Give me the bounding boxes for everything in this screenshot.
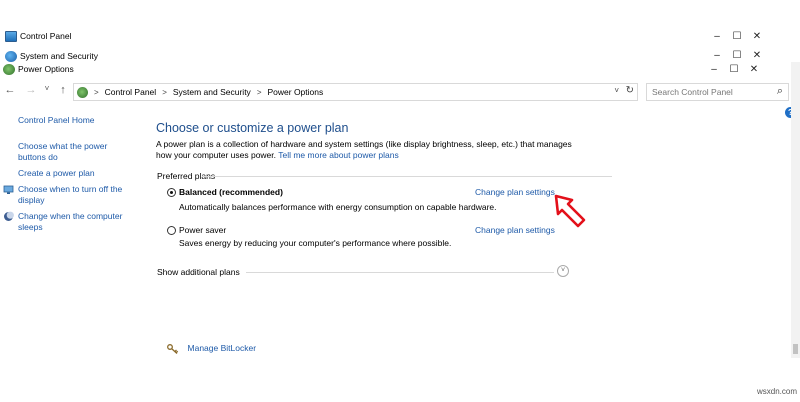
breadcrumb-control-panel[interactable]: Control Panel (105, 87, 157, 97)
expand-chevron-icon[interactable]: ˅ (557, 265, 569, 277)
minimize-button[interactable]: – (704, 64, 724, 75)
window-controls: – ☐ ✕ (704, 61, 764, 77)
power-saver-radio[interactable] (167, 226, 176, 235)
window-controls: – ☐ ✕ (707, 28, 767, 44)
close-button[interactable]: ✕ (744, 64, 764, 75)
maximize-button[interactable]: ☐ (724, 64, 744, 75)
sidebar-item-computer-sleeps[interactable]: Change when the computer sleeps (18, 211, 122, 233)
control-panel-icon (5, 30, 17, 42)
plan-description-balanced: Automatically balances performance with … (179, 202, 497, 212)
page-title: Choose or customize a power plan (156, 121, 349, 135)
window-title-control-panel[interactable]: Control Panel (0, 28, 800, 44)
scrollbar-thumb[interactable] (793, 344, 798, 354)
sleep-moon-icon (3, 211, 14, 222)
change-plan-settings-power-saver-link[interactable]: Change plan settings (475, 225, 555, 235)
search-icon[interactable]: ⌕ (777, 85, 783, 98)
display-icon (3, 184, 14, 195)
refresh-icon[interactable]: ↻ (626, 85, 634, 96)
description-text: A power plan is a collection of hardware… (156, 139, 572, 149)
back-arrow-icon[interactable]: ← (3, 84, 17, 96)
sidebar-item-create-plan[interactable]: Create a power plan (18, 168, 95, 179)
window-title-text: Control Panel (20, 31, 72, 41)
search-input[interactable]: Search Control Panel ⌕ (646, 83, 789, 101)
breadcrumb-separator-icon: > (162, 87, 167, 97)
plan-name-power-saver[interactable]: Power saver (179, 225, 226, 235)
maximize-button[interactable]: ☐ (727, 31, 747, 42)
page-description: A power plan is a collection of hardware… (156, 139, 576, 161)
sidebar-item-label: Choose what the power (18, 141, 108, 151)
group-divider (246, 272, 554, 273)
close-button[interactable]: ✕ (747, 50, 767, 61)
sidebar-item-label: buttons do (18, 152, 58, 162)
change-plan-settings-balanced-link[interactable]: Change plan settings (475, 187, 555, 197)
sidebar-item-turn-off-display[interactable]: Choose when to turn off the display (18, 184, 122, 206)
balanced-radio[interactable] (167, 188, 176, 197)
description-line-2: how your computer uses power. Tell me mo… (156, 150, 576, 161)
sidebar-item-label: display (18, 195, 45, 205)
chevron-down-icon[interactable]: ˅ (614, 86, 619, 95)
breadcrumb-separator-icon: > (256, 87, 262, 97)
sidebar-item-label: Choose when to turn off the (18, 184, 123, 194)
vertical-scrollbar[interactable] (791, 62, 800, 358)
up-arrow-icon[interactable]: ↑ (56, 84, 70, 96)
sidebar-item-control-panel-home[interactable]: Control Panel Home (18, 115, 95, 126)
annotation-arrow-icon (554, 194, 586, 228)
minimize-button[interactable]: – (707, 50, 727, 61)
manage-bitlocker-link[interactable]: Manage BitLocker (167, 343, 256, 354)
sidebar-item-power-buttons[interactable]: Choose what the power buttons do (18, 141, 107, 163)
power-options-icon (3, 63, 15, 75)
watermark: wsxdn.com (757, 387, 798, 396)
description-text: how your computer uses power. (156, 150, 277, 160)
power-options-icon (77, 86, 88, 98)
maximize-button[interactable]: ☐ (727, 50, 747, 61)
navigation-bar: ← → ˅ ↑ > Control Panel > System and Sec… (0, 82, 800, 102)
window-title-power-options[interactable]: Power Options (0, 61, 800, 77)
forward-arrow-icon[interactable]: → (24, 84, 38, 96)
plan-name-balanced[interactable]: Balanced (recommended) (179, 187, 283, 197)
show-additional-plans[interactable]: Show additional plans (157, 267, 240, 277)
address-bar[interactable]: > Control Panel > System and Security > … (73, 83, 638, 101)
plan-description-power-saver: Saves energy by reducing your computer's… (179, 238, 452, 248)
search-placeholder: Search Control Panel (652, 87, 733, 97)
bitlocker-label: Manage BitLocker (187, 343, 257, 353)
window-title-text: Power Options (18, 64, 74, 74)
learn-more-link[interactable]: Tell me more about power plans (278, 150, 398, 160)
breadcrumb-separator-icon: > (94, 87, 99, 97)
system-security-icon (5, 50, 17, 62)
group-divider (202, 176, 612, 177)
close-button[interactable]: ✕ (747, 31, 767, 42)
sidebar-item-label: Change when the computer (18, 211, 123, 221)
breadcrumb-system-security[interactable]: System and Security (173, 87, 251, 97)
window-title-text: System and Security (20, 51, 98, 61)
minimize-button[interactable]: – (707, 31, 727, 42)
sidebar-item-label: sleeps (18, 222, 43, 232)
recent-locations-icon[interactable]: ˅ (40, 84, 54, 93)
bitlocker-key-icon (167, 343, 179, 354)
breadcrumb-power-options[interactable]: Power Options (267, 87, 323, 97)
